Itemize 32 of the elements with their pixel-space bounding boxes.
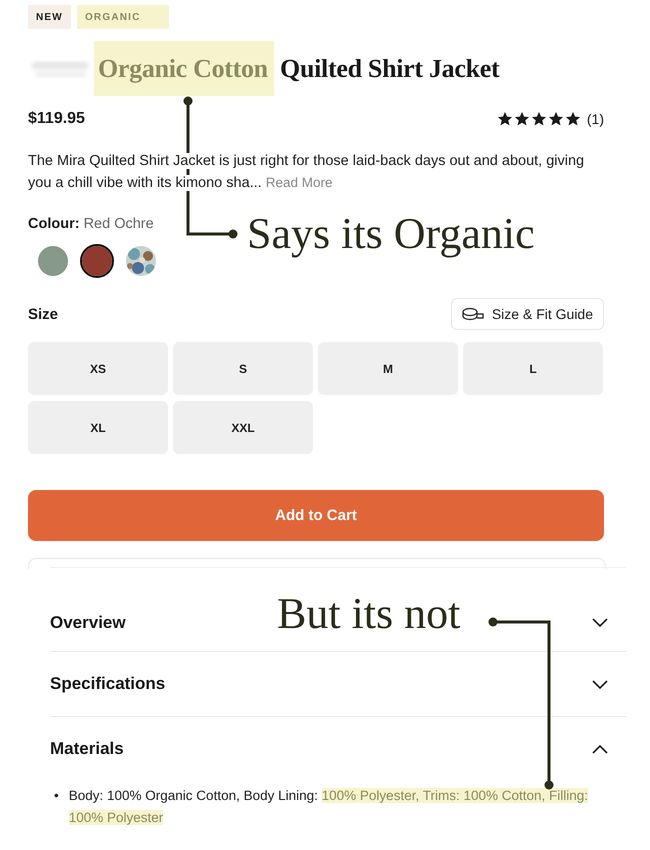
star-icon — [514, 111, 530, 127]
materials-text: Body: 100% Organic Cotton, Body Lining: 100% Polyester, Trims: 100% Cotton, Filling: 100% Polyester — [68, 787, 590, 827]
size-option[interactable]: XL — [28, 401, 168, 454]
size-option[interactable]: S — [173, 342, 313, 395]
colour-value: Red Ochre — [84, 216, 154, 232]
tag-label: ORGANIC — [76, 5, 169, 29]
chevron-icon — [592, 680, 608, 688]
size-option[interactable]: XS — [28, 342, 168, 395]
bullet-marker: • — [54, 787, 59, 805]
chevron-icon — [592, 744, 608, 754]
star-icon — [548, 111, 564, 127]
product-title: Organic Cotton Quilted Shirt Jacket — [94, 41, 500, 96]
annotation-text: But its not — [277, 588, 460, 639]
tag-label: NEW — [28, 5, 71, 29]
star-icon — [564, 111, 581, 127]
annotation-text: Says its Organic — [247, 208, 535, 259]
size-option[interactable]: L — [463, 342, 603, 395]
star-icon — [530, 111, 547, 127]
star-icon — [496, 111, 513, 127]
tape-measure-icon — [462, 307, 484, 321]
size-option[interactable]: M — [318, 342, 458, 395]
chevron-icon — [592, 618, 608, 627]
accordion-header[interactable]: Specifications — [50, 651, 626, 716]
colour-label: Colour: — [28, 216, 80, 232]
read-more-link[interactable]: Read More — [266, 175, 333, 190]
size-label: Size — [28, 306, 58, 322]
size-option[interactable]: XXL — [173, 401, 313, 454]
product-description: The Mira Quilted Shirt Jacket is just right for those laid-back days out and about, giving you a chill vibe with its kimono sha... Read More — [28, 152, 586, 193]
accordion-header[interactable]: Materials — [50, 716, 626, 781]
review-count: (1) — [586, 111, 604, 127]
size-guide-button[interactable]: Size & Fit Guide — [450, 298, 604, 330]
product-price: $119.95 — [28, 110, 85, 128]
